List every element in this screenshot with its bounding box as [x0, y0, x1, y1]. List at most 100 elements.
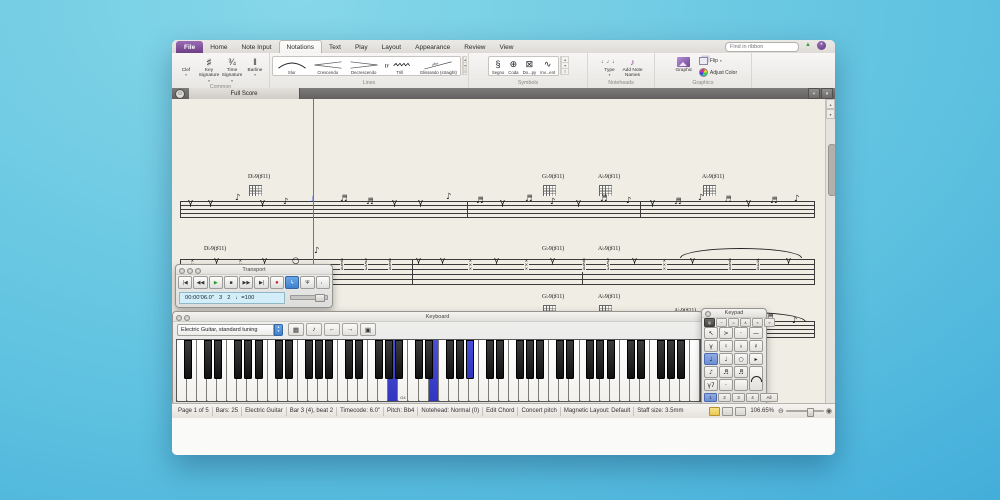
status-magnetic-layout[interactable]: Magnetic Layout: Default [561, 408, 633, 414]
keypad-tie[interactable] [749, 366, 763, 391]
add-note-names-button[interactable]: ♪ Add Note Names [621, 55, 644, 79]
record-button[interactable]: ● [269, 276, 285, 289]
black-key[interactable] [385, 340, 394, 379]
keypad-esc[interactable]: ↖ [704, 327, 718, 339]
keyboard-size-icon[interactable]: ▦ [288, 323, 304, 336]
play-button[interactable]: ▶ [208, 276, 223, 289]
black-key[interactable] [244, 340, 253, 379]
status-pitch[interactable]: Pitch: Bb4 [384, 408, 417, 414]
status-notehead[interactable]: Notehead: Normal (0) [418, 408, 482, 414]
find-in-ribbon-input[interactable] [725, 42, 799, 52]
do-py-gallery-item[interactable]: ⊠ Do...py [521, 58, 539, 76]
coda-gallery-item[interactable]: ⊕ Coda [506, 58, 520, 76]
piano-keyboard[interactable]: G4 [176, 339, 701, 402]
voice-3-button[interactable]: 3 [732, 393, 745, 402]
slur-gallery-item[interactable]: Slur [274, 58, 310, 75]
status-electric-guitar[interactable]: Electric Guitar [242, 408, 286, 414]
black-key[interactable] [606, 340, 615, 379]
scroll-up-icon[interactable]: ▴ [826, 99, 835, 109]
black-key[interactable] [676, 340, 685, 379]
zoom-slider[interactable] [785, 407, 824, 417]
zoom-in-icon[interactable]: ◉ [826, 408, 832, 415]
keyboard-title-bar[interactable]: Keyboard [173, 312, 702, 322]
key-signature-button[interactable]: ♯ Key Signature ▾ [198, 55, 221, 83]
black-key[interactable] [395, 340, 404, 379]
ribbon-tab-appearance[interactable]: Appearance [408, 41, 457, 53]
voice-all-button[interactable]: All [760, 393, 778, 402]
black-key[interactable] [586, 340, 595, 379]
ribbon-tab-home[interactable]: Home [203, 41, 234, 53]
ribbon-tab-layout[interactable]: Layout [375, 41, 409, 53]
status-bars[interactable]: Bars: 25 [213, 408, 241, 414]
black-key[interactable] [465, 340, 474, 379]
voice-1-button[interactable]: 1 [704, 393, 717, 402]
keypad-thirtysecond-note[interactable]: ♬ [734, 366, 748, 378]
gallery-scroll-more[interactable]: ≡ [462, 69, 468, 75]
ribbon-tab-notations[interactable]: Notations [278, 40, 323, 53]
keypad-flat[interactable]: ♭ [734, 340, 748, 352]
status-page-1-of-5[interactable]: Page 1 of 5 [175, 408, 212, 414]
keypad-half-note[interactable]: ♩ [719, 353, 733, 365]
tab-file[interactable]: File [176, 41, 204, 53]
flexi-time-button[interactable]: ϟ [285, 276, 300, 289]
black-key[interactable] [455, 340, 464, 379]
lines-gallery-scroll[interactable]: ▴ ▾ ≡ [461, 56, 468, 75]
help-icon[interactable]: * [817, 41, 826, 50]
tab-switcher-icon[interactable]: ⊙ [175, 88, 185, 99]
black-key[interactable] [375, 340, 384, 379]
type-button[interactable]: ♩♩♩ Type ▾ [598, 55, 621, 78]
status-concert-pitch[interactable]: Concert pitch [518, 408, 559, 414]
tempo-slider[interactable] [290, 294, 328, 302]
voice-4-button[interactable]: 4 [746, 393, 759, 402]
gallery-scroll-more[interactable]: ≡ [561, 69, 570, 75]
black-key[interactable] [184, 340, 193, 379]
keypad-staccato[interactable]: · [734, 327, 748, 339]
minimize-ribbon-icon[interactable]: ▲ [805, 42, 811, 48]
black-key[interactable] [636, 340, 645, 379]
time-signature-button[interactable]: ¾ Time Signature ▾ [221, 55, 244, 83]
keypad-quarter-note[interactable]: ♩ [704, 353, 718, 365]
pages-view-icon[interactable] [735, 406, 747, 416]
go-to-end-button[interactable]: ▶| [254, 276, 269, 289]
black-key[interactable] [516, 340, 524, 379]
go-to-start-button[interactable]: |◀ [178, 276, 193, 289]
keypad-rhythm-dot[interactable]: · [719, 379, 733, 391]
zoom-out-icon[interactable]: ⊖ [778, 408, 784, 415]
black-key[interactable] [204, 340, 213, 379]
black-key[interactable] [274, 340, 283, 379]
black-key[interactable] [596, 340, 605, 379]
normal-view-icon[interactable] [722, 406, 734, 416]
segno-gallery-item[interactable]: § Segno [490, 58, 506, 75]
black-key[interactable] [566, 340, 575, 379]
live-tempo-button[interactable]: Ψ [300, 276, 315, 289]
keypad-window-dots[interactable] [705, 311, 711, 317]
fast-forward-button[interactable]: ▶▶ [239, 276, 254, 289]
gallery-scroll-up[interactable]: ▴ [561, 56, 570, 63]
status-timecode[interactable]: Timecode: 6.0" [337, 408, 383, 414]
black-key[interactable] [666, 340, 675, 379]
black-key[interactable] [314, 340, 323, 379]
keypad-natural[interactable]: ♮ [719, 340, 733, 352]
keypad-title-bar[interactable]: Keypad [702, 309, 766, 318]
black-key[interactable] [425, 340, 434, 379]
symbols-gallery-scroll[interactable]: ▴ ▾ ≡ [560, 56, 570, 75]
keypad-layout-tab-6[interactable]: » [764, 318, 775, 327]
ribbon-tab-play[interactable]: Play [348, 41, 375, 53]
previous-note-icon[interactable]: ← [324, 323, 340, 336]
black-key[interactable] [234, 340, 243, 379]
adjust-color-button[interactable]: Adjust Color [698, 67, 737, 78]
inv-ent-gallery-item[interactable]: ∿ Inv...ent [538, 58, 557, 76]
instrument-select[interactable]: Electric Guitar, standard tuning [177, 323, 274, 336]
stop-button[interactable]: ■ [223, 276, 239, 289]
black-key[interactable] [324, 340, 333, 379]
note-input-mode-icon[interactable]: ♪ [306, 323, 322, 336]
flip-button[interactable]: Flip ▾ [698, 55, 737, 66]
black-key[interactable] [556, 340, 565, 379]
black-key[interactable] [536, 340, 545, 379]
keypad-rest-glyph[interactable]: γ [704, 340, 718, 352]
keypad-sharp[interactable]: ♯ [749, 340, 763, 352]
scroll-down-icon[interactable]: ▾ [826, 109, 835, 119]
glissando-straight-gallery-item[interactable]: gliss. Glissando (straight) [418, 58, 459, 75]
keypad-accent[interactable]: > [719, 327, 733, 339]
document-tab-full-score[interactable]: Full Score [189, 88, 300, 99]
